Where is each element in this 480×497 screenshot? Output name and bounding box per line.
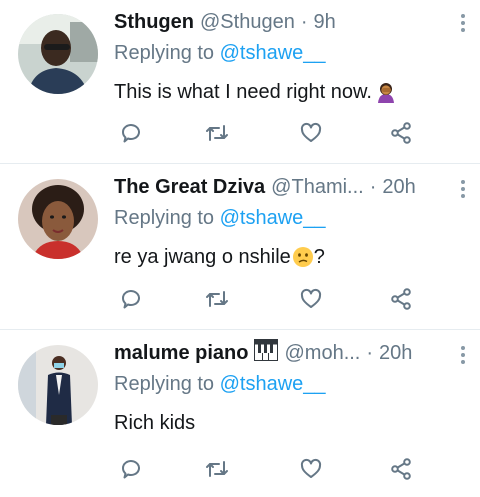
reply-icon[interactable] xyxy=(116,454,146,484)
more-icon[interactable] xyxy=(460,14,466,36)
retweet-icon[interactable] xyxy=(202,454,232,484)
tweet[interactable]: The Great Dziva @Thami... · 20h Replying… xyxy=(0,164,480,330)
tweet-text: re ya jwang o nshile ? xyxy=(114,243,468,271)
author-handle[interactable]: @moh... xyxy=(284,342,360,365)
confused-face-emoji xyxy=(292,246,314,268)
replying-to-label: Replying to xyxy=(114,42,215,64)
timestamp[interactable]: 20h xyxy=(379,342,412,365)
reply-icon[interactable] xyxy=(116,284,146,314)
share-icon[interactable] xyxy=(386,284,416,314)
tweet-header: malume piano @moh... · 20h xyxy=(114,339,468,367)
tweet-header: The Great Dziva @Thami... · 20h xyxy=(114,173,468,201)
author-handle[interactable]: @Thami... xyxy=(271,176,364,199)
mention-link[interactable]: @tshawe__ xyxy=(220,373,326,395)
more-icon[interactable] xyxy=(460,180,466,202)
mention-link[interactable]: @tshawe__ xyxy=(220,207,326,229)
retweet-icon[interactable] xyxy=(202,118,232,148)
tweet[interactable]: malume piano @moh... · 20h Replying to @… xyxy=(0,330,480,497)
tweet-text-suffix: ? xyxy=(313,245,325,268)
share-icon[interactable] xyxy=(386,454,416,484)
share-icon[interactable] xyxy=(386,118,416,148)
replying-to: Replying to @tshawe__ xyxy=(114,373,468,399)
tweet[interactable]: Sthugen @Sthugen · 9h Replying to @tshaw… xyxy=(0,0,480,164)
replying-to: Replying to @tshawe__ xyxy=(114,207,468,233)
tweet-text-content: Rich kids xyxy=(114,411,196,434)
avatar[interactable] xyxy=(18,14,98,94)
timestamp[interactable]: 20h xyxy=(382,176,415,199)
tweet-actions xyxy=(114,284,414,314)
timestamp[interactable]: 9h xyxy=(314,11,336,34)
tweet-actions xyxy=(114,118,414,148)
tweet-text: This is what I need right now. xyxy=(114,78,468,106)
woman-facepalming-emoji xyxy=(375,81,397,103)
separator: · xyxy=(300,10,308,33)
author-name[interactable]: Sthugen xyxy=(114,11,194,34)
avatar[interactable] xyxy=(18,179,98,259)
tweet-text: Rich kids xyxy=(114,409,468,437)
author-name[interactable]: malume piano xyxy=(114,342,248,365)
like-icon[interactable] xyxy=(296,284,326,314)
like-icon[interactable] xyxy=(296,118,326,148)
reply-icon[interactable] xyxy=(116,118,146,148)
piano-keys-emoji xyxy=(254,339,279,367)
tweet-actions xyxy=(114,454,414,484)
more-icon[interactable] xyxy=(460,346,466,368)
author-name[interactable]: The Great Dziva xyxy=(114,176,265,199)
tweet-text-content: This is what I need right now. xyxy=(114,80,372,103)
mention-link[interactable]: @tshawe__ xyxy=(220,42,326,64)
replying-to: Replying to @tshawe__ xyxy=(114,42,468,68)
separator: · xyxy=(369,175,377,198)
author-handle[interactable]: @Sthugen xyxy=(200,11,295,34)
tweet-text-content: re ya jwang o nshile xyxy=(114,245,291,268)
separator: · xyxy=(366,341,374,364)
avatar[interactable] xyxy=(18,345,98,425)
like-icon[interactable] xyxy=(296,454,326,484)
replying-to-label: Replying to xyxy=(114,207,215,229)
replying-to-label: Replying to xyxy=(114,373,215,395)
retweet-icon[interactable] xyxy=(202,284,232,314)
tweet-header: Sthugen @Sthugen · 9h xyxy=(114,8,468,36)
